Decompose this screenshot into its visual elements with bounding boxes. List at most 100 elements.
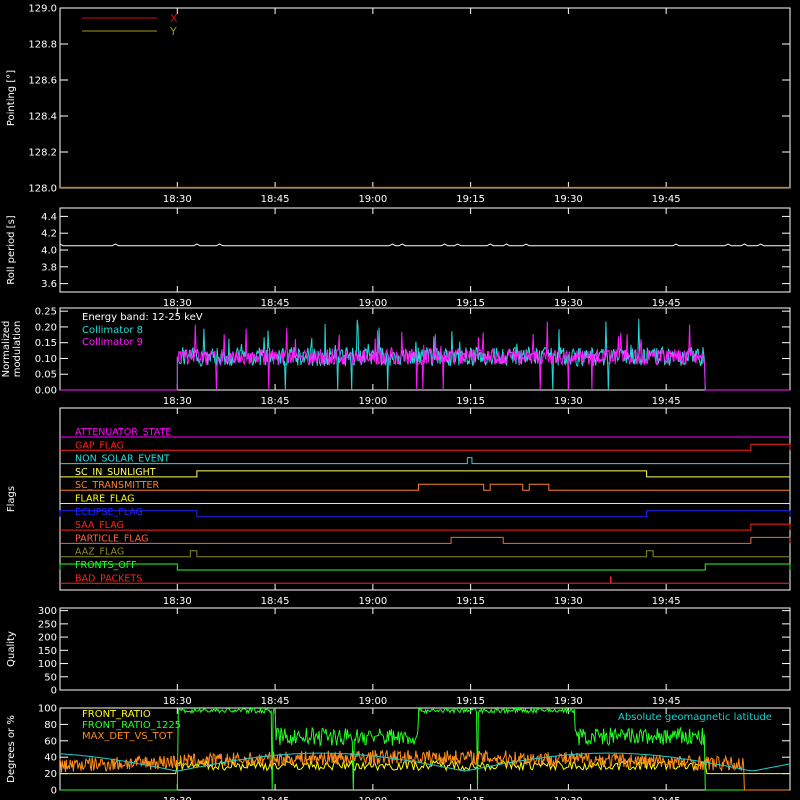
x-tick-label: 19:00	[358, 194, 387, 205]
flag-line	[60, 443, 791, 451]
x-tick-label: 19:00	[358, 696, 387, 707]
y-tick-label: 100	[38, 659, 57, 670]
x-tick-label: 19:30	[554, 298, 583, 309]
y-tick-label: 128.4	[28, 112, 57, 123]
y-tick-label: 128.6	[28, 76, 57, 87]
y-axis-label: Roll period [s]	[6, 215, 17, 284]
panel-pointing: 18:30 18:45 19:00 19:15 19:30 19:45 128.0 128.2…	[6, 4, 791, 205]
panel-modulation: 18:30 18:45 19:00 19:15 19:30 19:45 0.00 0.05 0.…	[1, 307, 791, 407]
flag-line	[60, 536, 791, 544]
y-tick-label: 0.10	[35, 354, 57, 365]
plot-frame	[59, 607, 791, 691]
y-tick-label: 200	[38, 633, 57, 644]
y-tick-label: 60	[44, 736, 57, 747]
y-axis-label: Flags	[6, 486, 17, 512]
energy-band-annotation: Energy band: 12-25 keV	[82, 312, 203, 323]
x-tick-label: 19:00	[358, 596, 387, 607]
y-tick-label: 128.2	[28, 148, 57, 159]
y-tick-label: 0.25	[35, 307, 57, 318]
x-tick-label: 19:15	[456, 796, 485, 800]
y-tick-label: 300	[38, 606, 57, 617]
y-tick-label: 129.0	[28, 4, 57, 15]
x-tick-label: 18:30	[163, 696, 192, 707]
y-tick-label: 128.0	[28, 184, 57, 195]
legend-label: Collimator 9	[82, 337, 143, 348]
x-tick-label: 19:30	[554, 596, 583, 607]
y-axis-label: Normalized	[1, 321, 12, 378]
flag-label: ATTENUATOR_STATE	[75, 427, 171, 438]
x-tick-label: 19:00	[358, 796, 387, 800]
flag-label: PARTICLE_FLAG	[75, 533, 148, 544]
x-tick-label: 19:00	[358, 396, 387, 407]
flag-label: SAA_FLAG	[75, 520, 124, 531]
flag-label: GAP_FLAG	[75, 440, 124, 451]
panel-quality: 18:30 18:45 19:00 19:15 19:30 19:45 0 50 100 150 2…	[6, 606, 791, 707]
x-tick-label: 18:45	[261, 194, 290, 205]
y-tick-label: 250	[38, 619, 57, 630]
y-axis-label: Quality	[6, 631, 17, 667]
x-tick-label: 18:45	[261, 696, 290, 707]
legend-label: FRONT_RATIO_1225	[82, 720, 181, 731]
x-tick-label: 19:30	[554, 194, 583, 205]
y-tick-label: 3.6	[41, 279, 57, 290]
y-axis-label: Pointing [°]	[6, 70, 17, 126]
x-tick-label: 18:45	[261, 596, 290, 607]
x-tick-label: 18:30	[163, 596, 192, 607]
flag-label: FRONTS_OFF	[75, 560, 137, 571]
y-tick-label: 4.4	[41, 212, 57, 223]
x-tick-label: 18:45	[261, 396, 290, 407]
x-tick-label: 19:30	[554, 796, 583, 800]
x-tick-label: 18:45	[261, 298, 290, 309]
y-tick-label: 128.8	[28, 40, 57, 51]
flag-line	[60, 523, 791, 531]
x-tick-label: 19:45	[652, 696, 681, 707]
y-tick-label: 0.00	[35, 386, 57, 397]
plot-frame	[59, 207, 791, 293]
x-tick-label: 19:45	[652, 194, 681, 205]
series-line-collimator9	[60, 321, 790, 391]
x-tick-label: 19:30	[554, 396, 583, 407]
y-tick-label: 4.0	[41, 246, 57, 257]
geomagnetic-latitude-label: Absolute geomagnetic latitude	[618, 712, 772, 723]
legend-label: FRONT_RATIO	[82, 709, 151, 720]
flag-line	[59, 563, 791, 571]
x-tick-label: 19:00	[358, 298, 387, 309]
x-tick-label: 19:15	[456, 396, 485, 407]
x-tick-label: 19:30	[554, 696, 583, 707]
x-tick-label: 19:45	[652, 298, 681, 309]
panel-roll: 18:30 18:45 19:00 19:15 19:30 19:45 3.6 3.8 4.0 4…	[6, 207, 791, 309]
x-tick-label: 19:15	[456, 596, 485, 607]
y-tick-label: 150	[38, 646, 57, 657]
flag-label: BAD_PACKETS	[75, 573, 142, 584]
legend-label: MAX_DET_VS_TOT	[82, 731, 174, 742]
y-tick-label: 40	[44, 753, 57, 764]
chart-figure: 18:30 18:45 19:00 19:15 19:30 19:45 128.0 128.2…	[1, 4, 791, 800]
legend-label: Collimator 8	[82, 325, 143, 336]
legend-label: Y	[169, 25, 177, 38]
flag-label: ECLIPSE_FLAG	[75, 507, 143, 518]
y-tick-label: 100	[38, 704, 57, 715]
y-tick-label: 3.8	[41, 262, 57, 273]
legend-label: X	[170, 12, 178, 25]
y-tick-label: 0.05	[35, 370, 57, 381]
x-tick-label: 19:45	[652, 596, 681, 607]
flag-line	[60, 483, 790, 491]
x-tick-label: 18:30	[163, 298, 192, 309]
flag-label: FLARE_FLAG	[75, 494, 135, 505]
series-line-roll	[59, 243, 790, 247]
flag-label: SC_IN_SUNLIGHT	[75, 467, 156, 478]
x-tick-label: 19:15	[456, 194, 485, 205]
y-tick-label: 50	[44, 672, 57, 683]
y-tick-label: 0	[51, 786, 57, 797]
y-axis-label: modulation	[12, 321, 23, 378]
flag-line	[60, 470, 790, 478]
panel-ratios: 18:30 18:45 19:00 19:15 19:30 19:45 0 20 40 60 80 1…	[6, 704, 791, 800]
x-tick-label: 19:15	[456, 298, 485, 309]
x-tick-label: 18:45	[261, 796, 290, 800]
y-tick-label: 0.20	[35, 322, 57, 333]
panel-flags: 18:30 18:45 19:00 19:15 19:30 19:45 Flags ATTEN…	[6, 407, 791, 607]
x-tick-label: 19:15	[456, 696, 485, 707]
flag-line	[59, 510, 791, 518]
x-tick-label: 18:30	[163, 796, 192, 800]
flag-line	[60, 550, 790, 558]
